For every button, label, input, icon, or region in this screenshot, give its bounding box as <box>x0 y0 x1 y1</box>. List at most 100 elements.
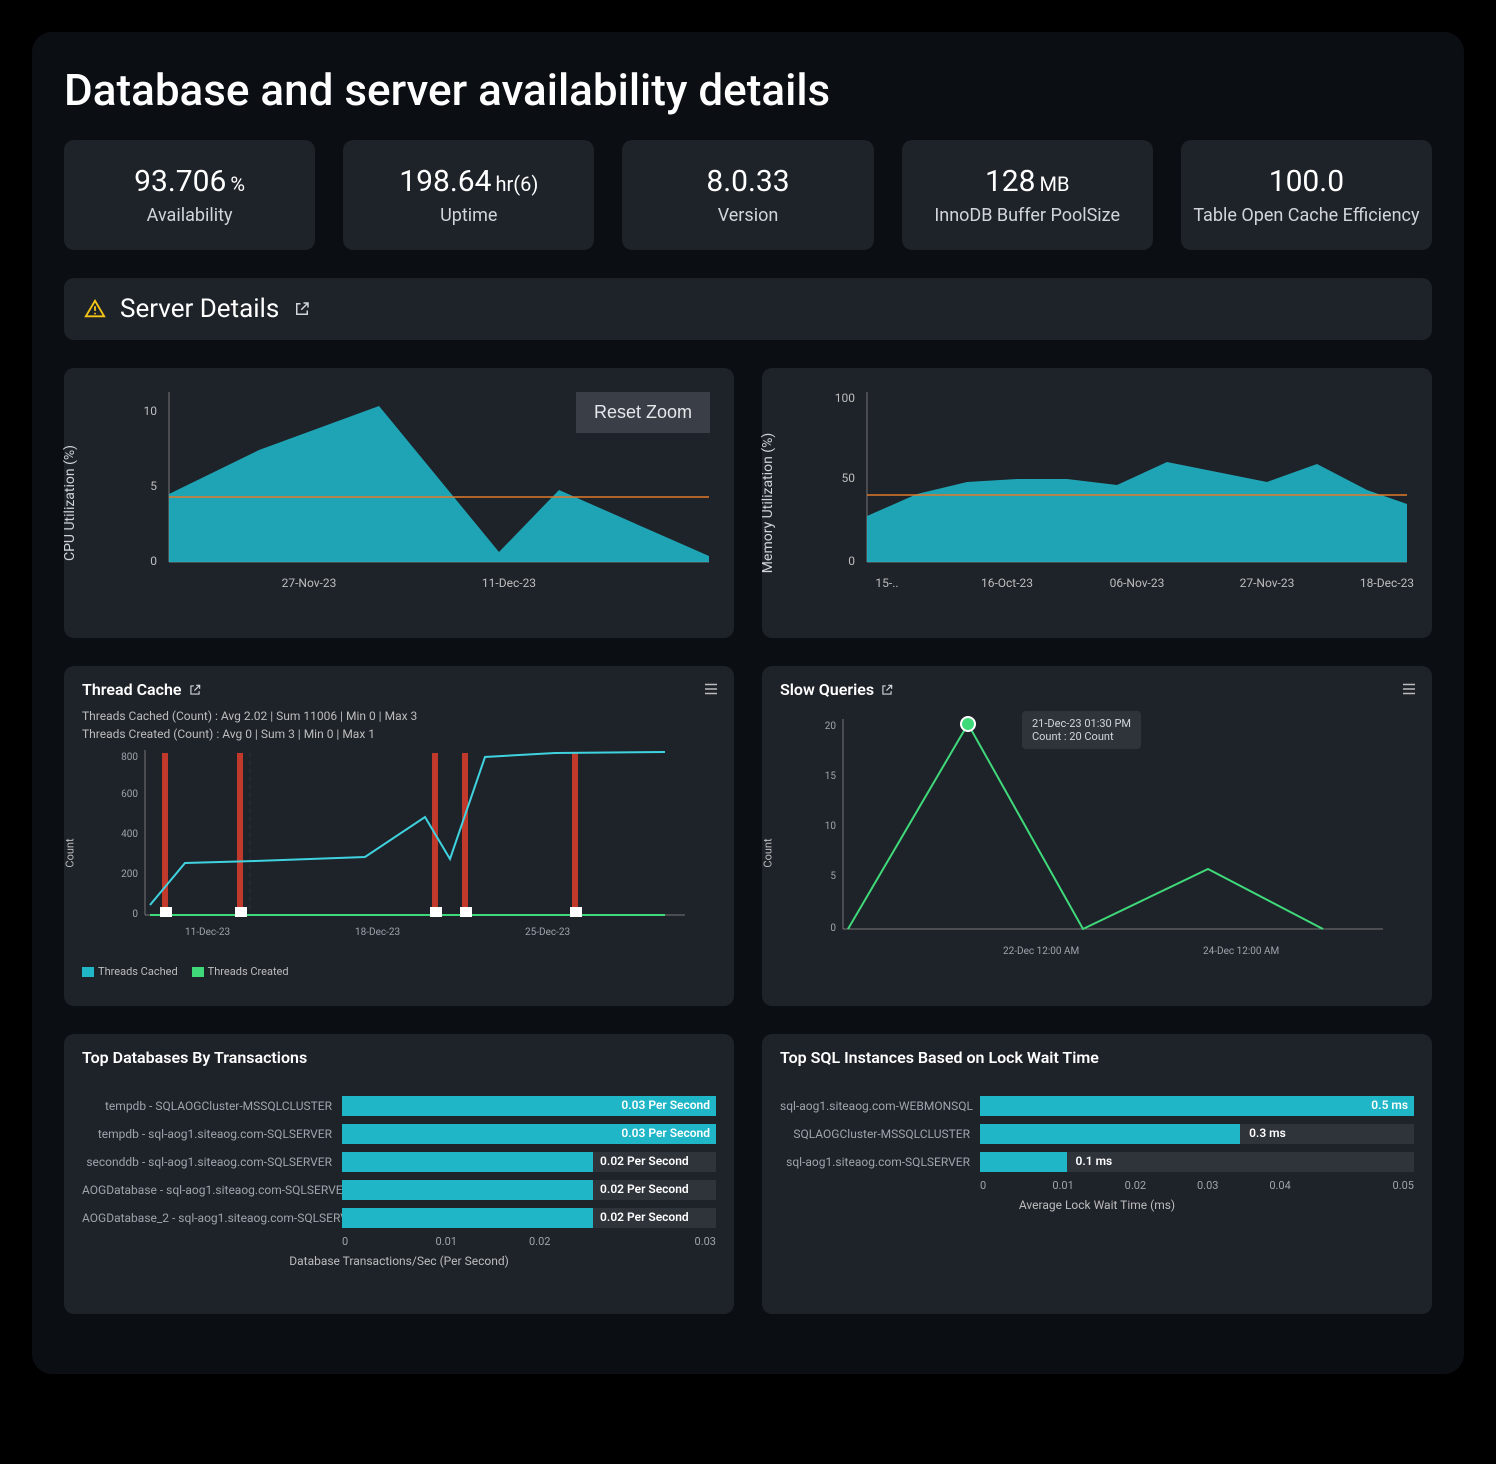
panel-title: Thread Cache <box>82 680 182 699</box>
svg-text:0: 0 <box>132 909 138 920</box>
svg-text:22-Dec 12:00 AM: 22-Dec 12:00 AM <box>1003 946 1079 957</box>
thread-legend: Threads Cached Threads Created <box>82 965 716 978</box>
svg-text:27-Nov-23: 27-Nov-23 <box>282 576 337 590</box>
mem-ylabel: Memory Utilization (%) <box>760 433 776 573</box>
svg-text:600: 600 <box>121 789 138 800</box>
menu-icon[interactable] <box>1400 680 1418 698</box>
slow-queries-panel: Slow Queries Count 0 5 10 15 20 22-Dec 1… <box>762 666 1432 1006</box>
svg-text:15-..: 15-.. <box>875 576 898 590</box>
svg-text:0: 0 <box>848 554 855 568</box>
topdb-axis: 0 0.01 0.02 0.03 <box>342 1235 716 1248</box>
lock-xlabel: Average Lock Wait Time (ms) <box>780 1198 1414 1212</box>
hbar-row: sql-aog1.siteaog.com-WEBMONSQL 0.5 ms <box>780 1095 1414 1117</box>
hbar-fill <box>342 1152 593 1172</box>
svg-text:5: 5 <box>830 871 836 882</box>
svg-text:200: 200 <box>121 869 138 880</box>
stat-unit: MB <box>1040 172 1070 196</box>
hbar-track: 0.02 Per Second <box>342 1208 716 1228</box>
svg-text:400: 400 <box>121 829 138 840</box>
svg-text:800: 800 <box>121 752 138 763</box>
svg-text:27-Nov-23: 27-Nov-23 <box>1240 576 1295 590</box>
hbar-label: sql-aog1.siteaog.com-WEBMONSQL <box>780 1099 980 1113</box>
svg-text:25-Dec-23: 25-Dec-23 <box>525 927 570 938</box>
stat-label: Table Open Cache Efficiency <box>1193 205 1420 226</box>
hbar-value: 0.03 Per Second <box>621 1126 710 1140</box>
slow-ylabel: Count <box>762 838 775 867</box>
hbar-label: sql-aog1.siteaog.com-SQLSERVER <box>780 1155 980 1169</box>
hbar-value: 0.03 Per Second <box>621 1098 710 1112</box>
svg-text:11-Dec-23: 11-Dec-23 <box>185 927 230 938</box>
hbar-track: 0.02 Per Second <box>342 1152 716 1172</box>
svg-text:20: 20 <box>825 721 837 732</box>
hbar-row: sql-aog1.siteaog.com-SQLSERVER 0.1 ms <box>780 1151 1414 1173</box>
hbar-fill <box>980 1124 1240 1144</box>
svg-text:100: 100 <box>835 391 855 405</box>
thread-sub2: Threads Created (Count) : Avg 0 | Sum 3 … <box>82 727 716 741</box>
hbar-label: AOGDatabase - sql-aog1.siteaog.com-SQLSE… <box>82 1183 342 1197</box>
tooltip: 21-Dec-23 01:30 PM Count : 20 Count <box>1022 711 1141 749</box>
hbar-value: 0.5 ms <box>1371 1098 1408 1112</box>
hbar-track: 0.3 ms <box>980 1124 1414 1144</box>
stat-value: 100.0 <box>1269 164 1344 199</box>
cpu-panel: Reset Zoom CPU Utilization (%) 0 5 10 27… <box>64 368 734 638</box>
panel-title: Top SQL Instances Based on Lock Wait Tim… <box>780 1048 1099 1067</box>
svg-text:24-Dec 12:00 AM: 24-Dec 12:00 AM <box>1203 946 1279 957</box>
stat-unit: % <box>230 172 245 196</box>
hbar-fill <box>980 1096 1414 1116</box>
hbar-label: seconddb - sql-aog1.siteaog.com-SQLSERVE… <box>82 1155 342 1169</box>
hbar-track: 0.5 ms <box>980 1096 1414 1116</box>
hbar-label: tempdb - SQLAOGCluster-MSSQLCLUSTER <box>82 1099 342 1113</box>
hbar-fill <box>342 1180 593 1200</box>
svg-text:10: 10 <box>825 821 837 832</box>
reset-zoom-button[interactable]: Reset Zoom <box>576 392 710 433</box>
hbar-track: 0.1 ms <box>980 1152 1414 1172</box>
memory-panel: Memory Utilization (%) 0 50 100 15-.. 16… <box>762 368 1432 638</box>
svg-text:11-Dec-23: 11-Dec-23 <box>482 576 536 590</box>
hbar-label: AOGDatabase_2 - sql-aog1.siteaog.com-SQL… <box>82 1211 342 1225</box>
popout-icon[interactable] <box>293 300 311 318</box>
svg-text:5: 5 <box>150 479 157 493</box>
hbar-value: 0.02 Per Second <box>600 1182 689 1196</box>
stats-row: 93.706% Availability 198.64hr(6) Uptime … <box>64 140 1432 250</box>
section-header: Server Details <box>64 278 1432 340</box>
popout-icon[interactable] <box>880 683 894 697</box>
stat-label: Version <box>634 205 861 226</box>
stat-value: 8.0.33 <box>706 164 789 199</box>
stat-value: 128 <box>985 164 1036 199</box>
topdb-xlabel: Database Transactions/Sec (Per Second) <box>82 1254 716 1268</box>
stat-unit: hr(6) <box>495 172 538 196</box>
hbar-track: 0.02 Per Second <box>342 1180 716 1200</box>
menu-icon[interactable] <box>702 680 720 698</box>
svg-text:0: 0 <box>150 554 157 568</box>
svg-text:16-Oct-23: 16-Oct-23 <box>981 576 1033 590</box>
svg-text:18-Dec-23: 18-Dec-23 <box>355 927 400 938</box>
stat-uptime: 198.64hr(6) Uptime <box>343 140 594 250</box>
hbar-fill <box>342 1208 593 1228</box>
hbar-row: AOGDatabase - sql-aog1.siteaog.com-SQLSE… <box>82 1179 716 1201</box>
stat-label: Availability <box>76 205 303 226</box>
thread-sub1: Threads Cached (Count) : Avg 2.02 | Sum … <box>82 709 716 723</box>
hbar-value: 0.1 ms <box>1075 1154 1112 1168</box>
memory-chart[interactable]: 0 50 100 15-.. 16-Oct-23 06-Nov-23 27-No… <box>810 382 1444 612</box>
stat-label: InnoDB Buffer PoolSize <box>914 205 1141 226</box>
stat-availability: 93.706% Availability <box>64 140 315 250</box>
svg-text:06-Nov-23: 06-Nov-23 <box>1110 576 1165 590</box>
lock-wait-panel: Top SQL Instances Based on Lock Wait Tim… <box>762 1034 1432 1314</box>
stat-buffer: 128MB InnoDB Buffer PoolSize <box>902 140 1153 250</box>
hbar-row: tempdb - SQLAOGCluster-MSSQLCLUSTER 0.03 … <box>82 1095 716 1117</box>
hbar-label: SQLAOGCluster-MSSQLCLUSTER <box>780 1127 980 1141</box>
stat-label: Uptime <box>355 205 582 226</box>
stat-cache-eff: 100.0 Table Open Cache Efficiency <box>1181 140 1432 250</box>
thread-chart[interactable]: 0 200 400 600 800 11-Dec-23 18-Dec- <box>88 745 722 955</box>
stat-value: 198.64 <box>399 164 491 199</box>
hbar-track: 0.03 Per Second <box>342 1096 716 1116</box>
page-title: Database and server availability details <box>64 64 1432 116</box>
hbar-value: 0.02 Per Second <box>600 1210 689 1224</box>
hbar-row: tempdb - sql-aog1.siteaog.com-SQLSERVER0… <box>82 1123 716 1145</box>
thread-cache-panel: Thread Cache Threads Cached (Count) : Av… <box>64 666 734 1006</box>
popout-icon[interactable] <box>188 683 202 697</box>
warning-icon <box>84 298 106 320</box>
dashboard: Database and server availability details… <box>32 32 1464 1374</box>
hbar-fill <box>980 1152 1067 1172</box>
hbar-row: seconddb - sql-aog1.siteaog.com-SQLSERVE… <box>82 1151 716 1173</box>
